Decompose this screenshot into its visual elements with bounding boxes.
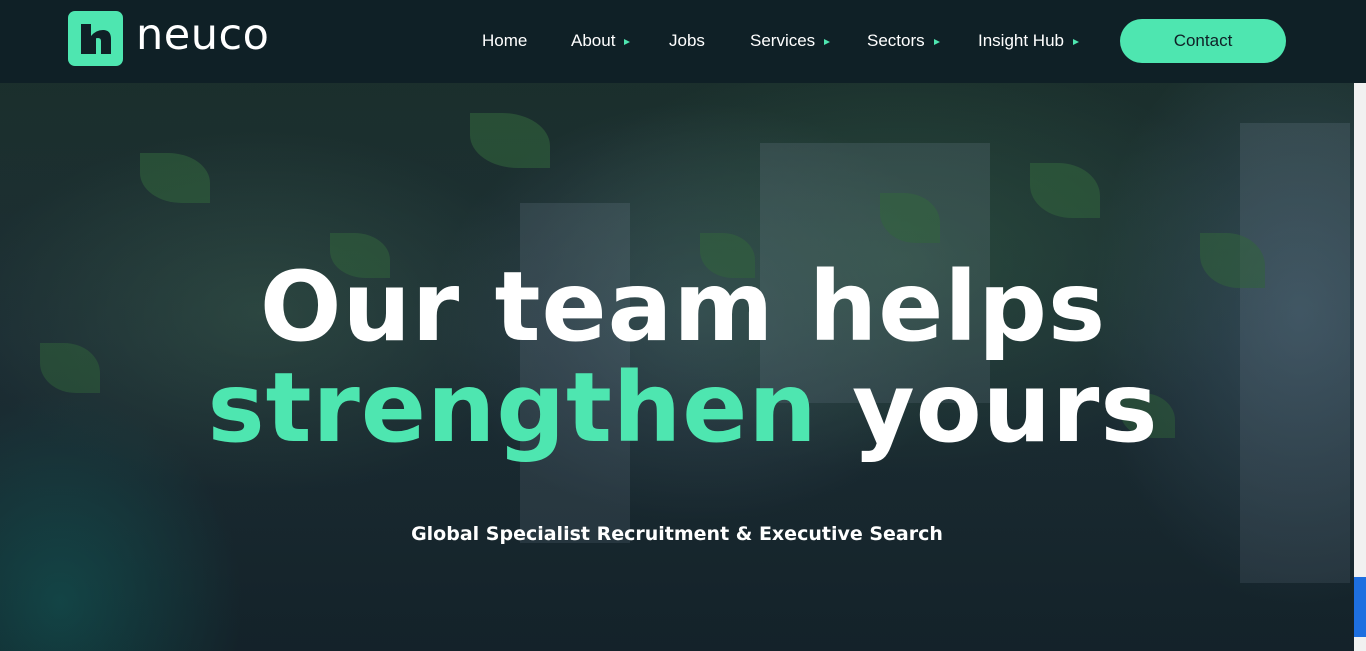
chevron-right-icon — [1073, 39, 1079, 45]
chevron-right-icon — [624, 39, 631, 45]
logo-mark-icon — [68, 11, 123, 66]
nav-item-home[interactable]: Home — [482, 31, 527, 51]
nav-item-about[interactable]: About — [571, 31, 631, 51]
side-feedback-tab[interactable] — [1354, 577, 1366, 637]
hero-heading-line-1: Our team helps — [259, 251, 1107, 363]
hero-heading-rest: yours — [817, 352, 1159, 464]
nav-label: Services — [750, 31, 816, 50]
contact-button[interactable]: Contact — [1120, 19, 1286, 63]
brand-logo[interactable]: neuco — [68, 11, 269, 66]
brand-name: neuco — [136, 10, 270, 60]
page-scrollbar[interactable] — [1354, 83, 1366, 651]
top-navbar: neuco Home About Jobs Services Sectors I… — [0, 0, 1366, 83]
nav-label: Sectors — [867, 31, 925, 50]
nav-label: Insight Hub — [978, 31, 1064, 50]
chevron-right-icon — [824, 39, 831, 45]
chevron-right-icon — [933, 39, 940, 45]
nav-label: Home — [482, 31, 528, 50]
nav-item-insight-hub[interactable]: Insight Hub — [978, 31, 1079, 51]
nav-label: About — [571, 31, 616, 50]
hero-heading-line-2: strengthen yours — [0, 358, 1366, 458]
hero-subtitle: Global Specialist Recruitment & Executiv… — [411, 523, 943, 545]
nav-label: Jobs — [669, 31, 705, 50]
nav-item-sectors[interactable]: Sectors — [867, 31, 940, 51]
nav-item-services[interactable]: Services — [750, 31, 831, 51]
hero-heading-accent: strengthen — [207, 352, 818, 464]
nav-item-jobs[interactable]: Jobs — [669, 31, 705, 51]
